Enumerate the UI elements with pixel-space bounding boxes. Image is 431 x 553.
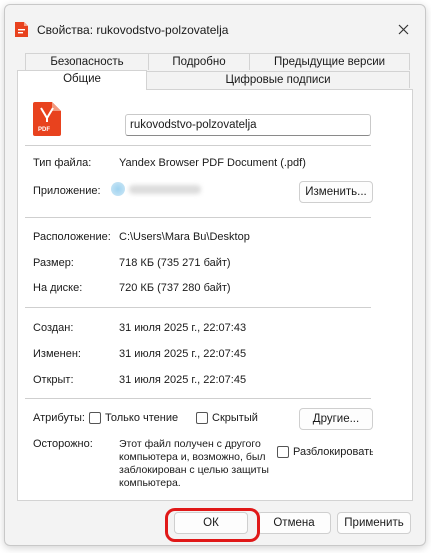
warning-line: компьютера. — [119, 477, 181, 489]
title-bar: Свойства: rukovodstvo-polzovatelja — [5, 5, 425, 49]
opened-label: Открыт: — [33, 374, 74, 386]
warning-text: Этот файл получен с другого компьютера и… — [119, 438, 269, 490]
warning-line: Этот файл получен с другого — [119, 438, 261, 450]
window-title: Свойства: rukovodstvo-polzovatelja — [37, 23, 229, 37]
tab-previous-versions[interactable]: Предыдущие версии — [249, 53, 410, 70]
opened-value: 31 июля 2025 г., 22:07:45 — [119, 374, 247, 386]
pdf-icon-label: PDF — [38, 127, 50, 133]
separator — [25, 398, 371, 399]
change-app-button[interactable]: Изменить... — [299, 181, 373, 203]
size-label: Размер: — [33, 257, 74, 269]
disk-size-label: На диске: — [33, 282, 83, 294]
cancel-button[interactable]: Отмена — [257, 512, 331, 534]
warning-line: компьютера и, возможно, был — [119, 451, 266, 463]
attributes-label: Атрибуты: — [33, 412, 85, 424]
application-icon — [111, 182, 125, 196]
separator — [25, 217, 371, 218]
separator — [25, 307, 371, 308]
close-icon — [398, 24, 408, 34]
created-label: Создан: — [33, 322, 74, 334]
close-button[interactable] — [391, 17, 415, 41]
readonly-label: Только чтение — [105, 412, 179, 424]
modified-value: 31 июля 2025 г., 22:07:45 — [119, 348, 247, 360]
location-value: C:\Users\Mara Bu\Desktop — [119, 231, 250, 243]
warning-line: заблокирован с целью защиты — [119, 464, 269, 476]
properties-dialog: Свойства: rukovodstvo-polzovatelja Безоп… — [4, 4, 426, 546]
advanced-attributes-button[interactable]: Другие... — [299, 408, 373, 430]
warning-label: Осторожно: — [33, 438, 93, 450]
apply-button[interactable]: Применить — [337, 512, 411, 534]
created-value: 31 июля 2025 г., 22:07:43 — [119, 322, 247, 334]
unblock-label: Разблокировать — [293, 446, 373, 458]
disk-size-value: 720 КБ (737 280 байт) — [119, 282, 231, 294]
separator — [25, 145, 371, 146]
file-type-label: Тип файла: — [33, 157, 92, 169]
file-name-input[interactable] — [125, 114, 371, 136]
unblock-checkbox[interactable] — [277, 446, 289, 458]
ok-highlight-frame — [165, 508, 260, 542]
hidden-checkbox[interactable] — [196, 412, 208, 424]
location-label: Расположение: — [33, 231, 111, 243]
file-type-value: Yandex Browser PDF Document (.pdf) — [119, 157, 306, 169]
tab-details[interactable]: Подробно — [148, 53, 250, 70]
readonly-checkbox[interactable] — [89, 412, 101, 424]
hidden-label: Скрытый — [212, 412, 258, 424]
modified-label: Изменен: — [33, 348, 81, 360]
file-properties-icon — [15, 22, 28, 37]
tab-general[interactable]: Общие — [17, 70, 147, 90]
tab-digital-signatures[interactable]: Цифровые подписи — [146, 71, 410, 88]
size-value: 718 КБ (735 271 байт) — [119, 257, 231, 269]
application-label: Приложение: — [33, 185, 101, 197]
tab-security[interactable]: Безопасность — [25, 53, 149, 70]
application-name-blurred — [129, 185, 201, 194]
